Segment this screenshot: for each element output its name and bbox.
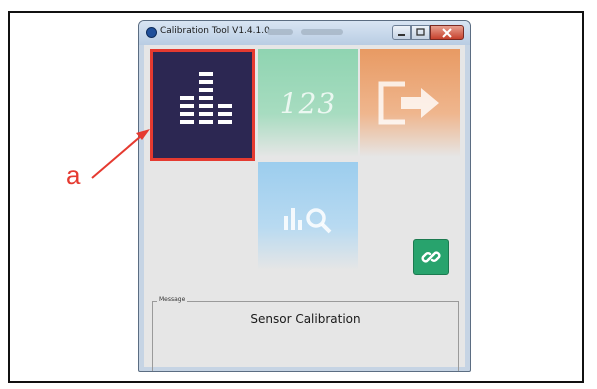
callout-arrow: [91, 129, 150, 179]
